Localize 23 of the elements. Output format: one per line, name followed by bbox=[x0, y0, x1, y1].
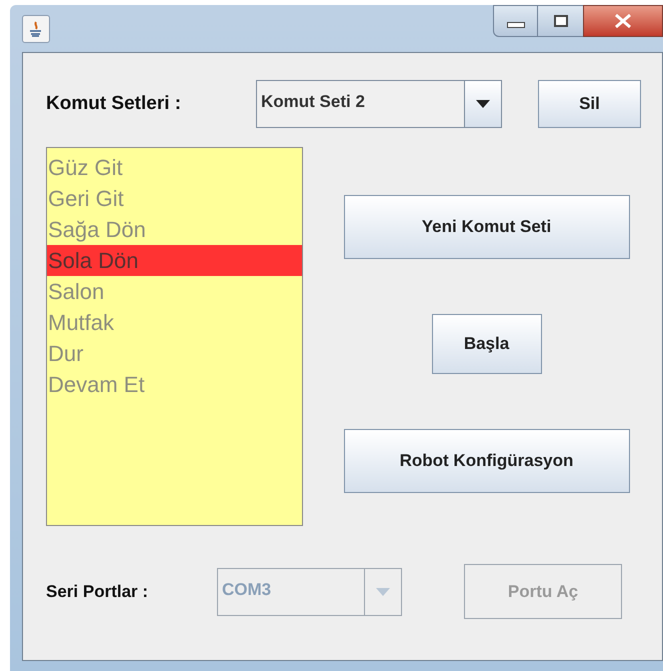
action-button[interactable]: Başla bbox=[432, 314, 542, 374]
action-button[interactable]: Robot Konfigürasyon bbox=[344, 429, 630, 493]
serial-ports-label: Seri Portlar : bbox=[46, 580, 150, 603]
command-item[interactable]: Sağa Dön bbox=[47, 214, 302, 245]
combo-value: COM3 bbox=[221, 578, 272, 600]
app-icon bbox=[22, 15, 50, 43]
command-item[interactable]: Devam Et bbox=[47, 369, 302, 400]
dropdown-arrow-icon bbox=[476, 100, 490, 108]
minimize-icon[interactable] bbox=[493, 5, 538, 37]
command-item[interactable]: Geri Git bbox=[47, 183, 302, 214]
action-button[interactable]: Yeni Komut Seti bbox=[344, 195, 630, 259]
delete-button[interactable]: Sil bbox=[538, 80, 641, 128]
dropdown-arrow-icon bbox=[376, 588, 390, 596]
command-item[interactable]: Salon bbox=[47, 276, 302, 307]
command-item[interactable]: Sola Dön bbox=[47, 245, 302, 276]
combo-value: Komut Seti 2 bbox=[260, 91, 366, 113]
command-item[interactable]: Dur bbox=[47, 338, 302, 369]
command-sets-label: Komut Setleri : bbox=[46, 92, 182, 116]
command-set-dropdown[interactable]: Komut Seti 2 bbox=[256, 80, 502, 128]
maximize-icon[interactable] bbox=[538, 5, 583, 37]
command-item[interactable]: Güz Git bbox=[47, 152, 302, 183]
close-icon[interactable] bbox=[583, 5, 663, 37]
command-item[interactable]: Mutfak bbox=[47, 307, 302, 338]
